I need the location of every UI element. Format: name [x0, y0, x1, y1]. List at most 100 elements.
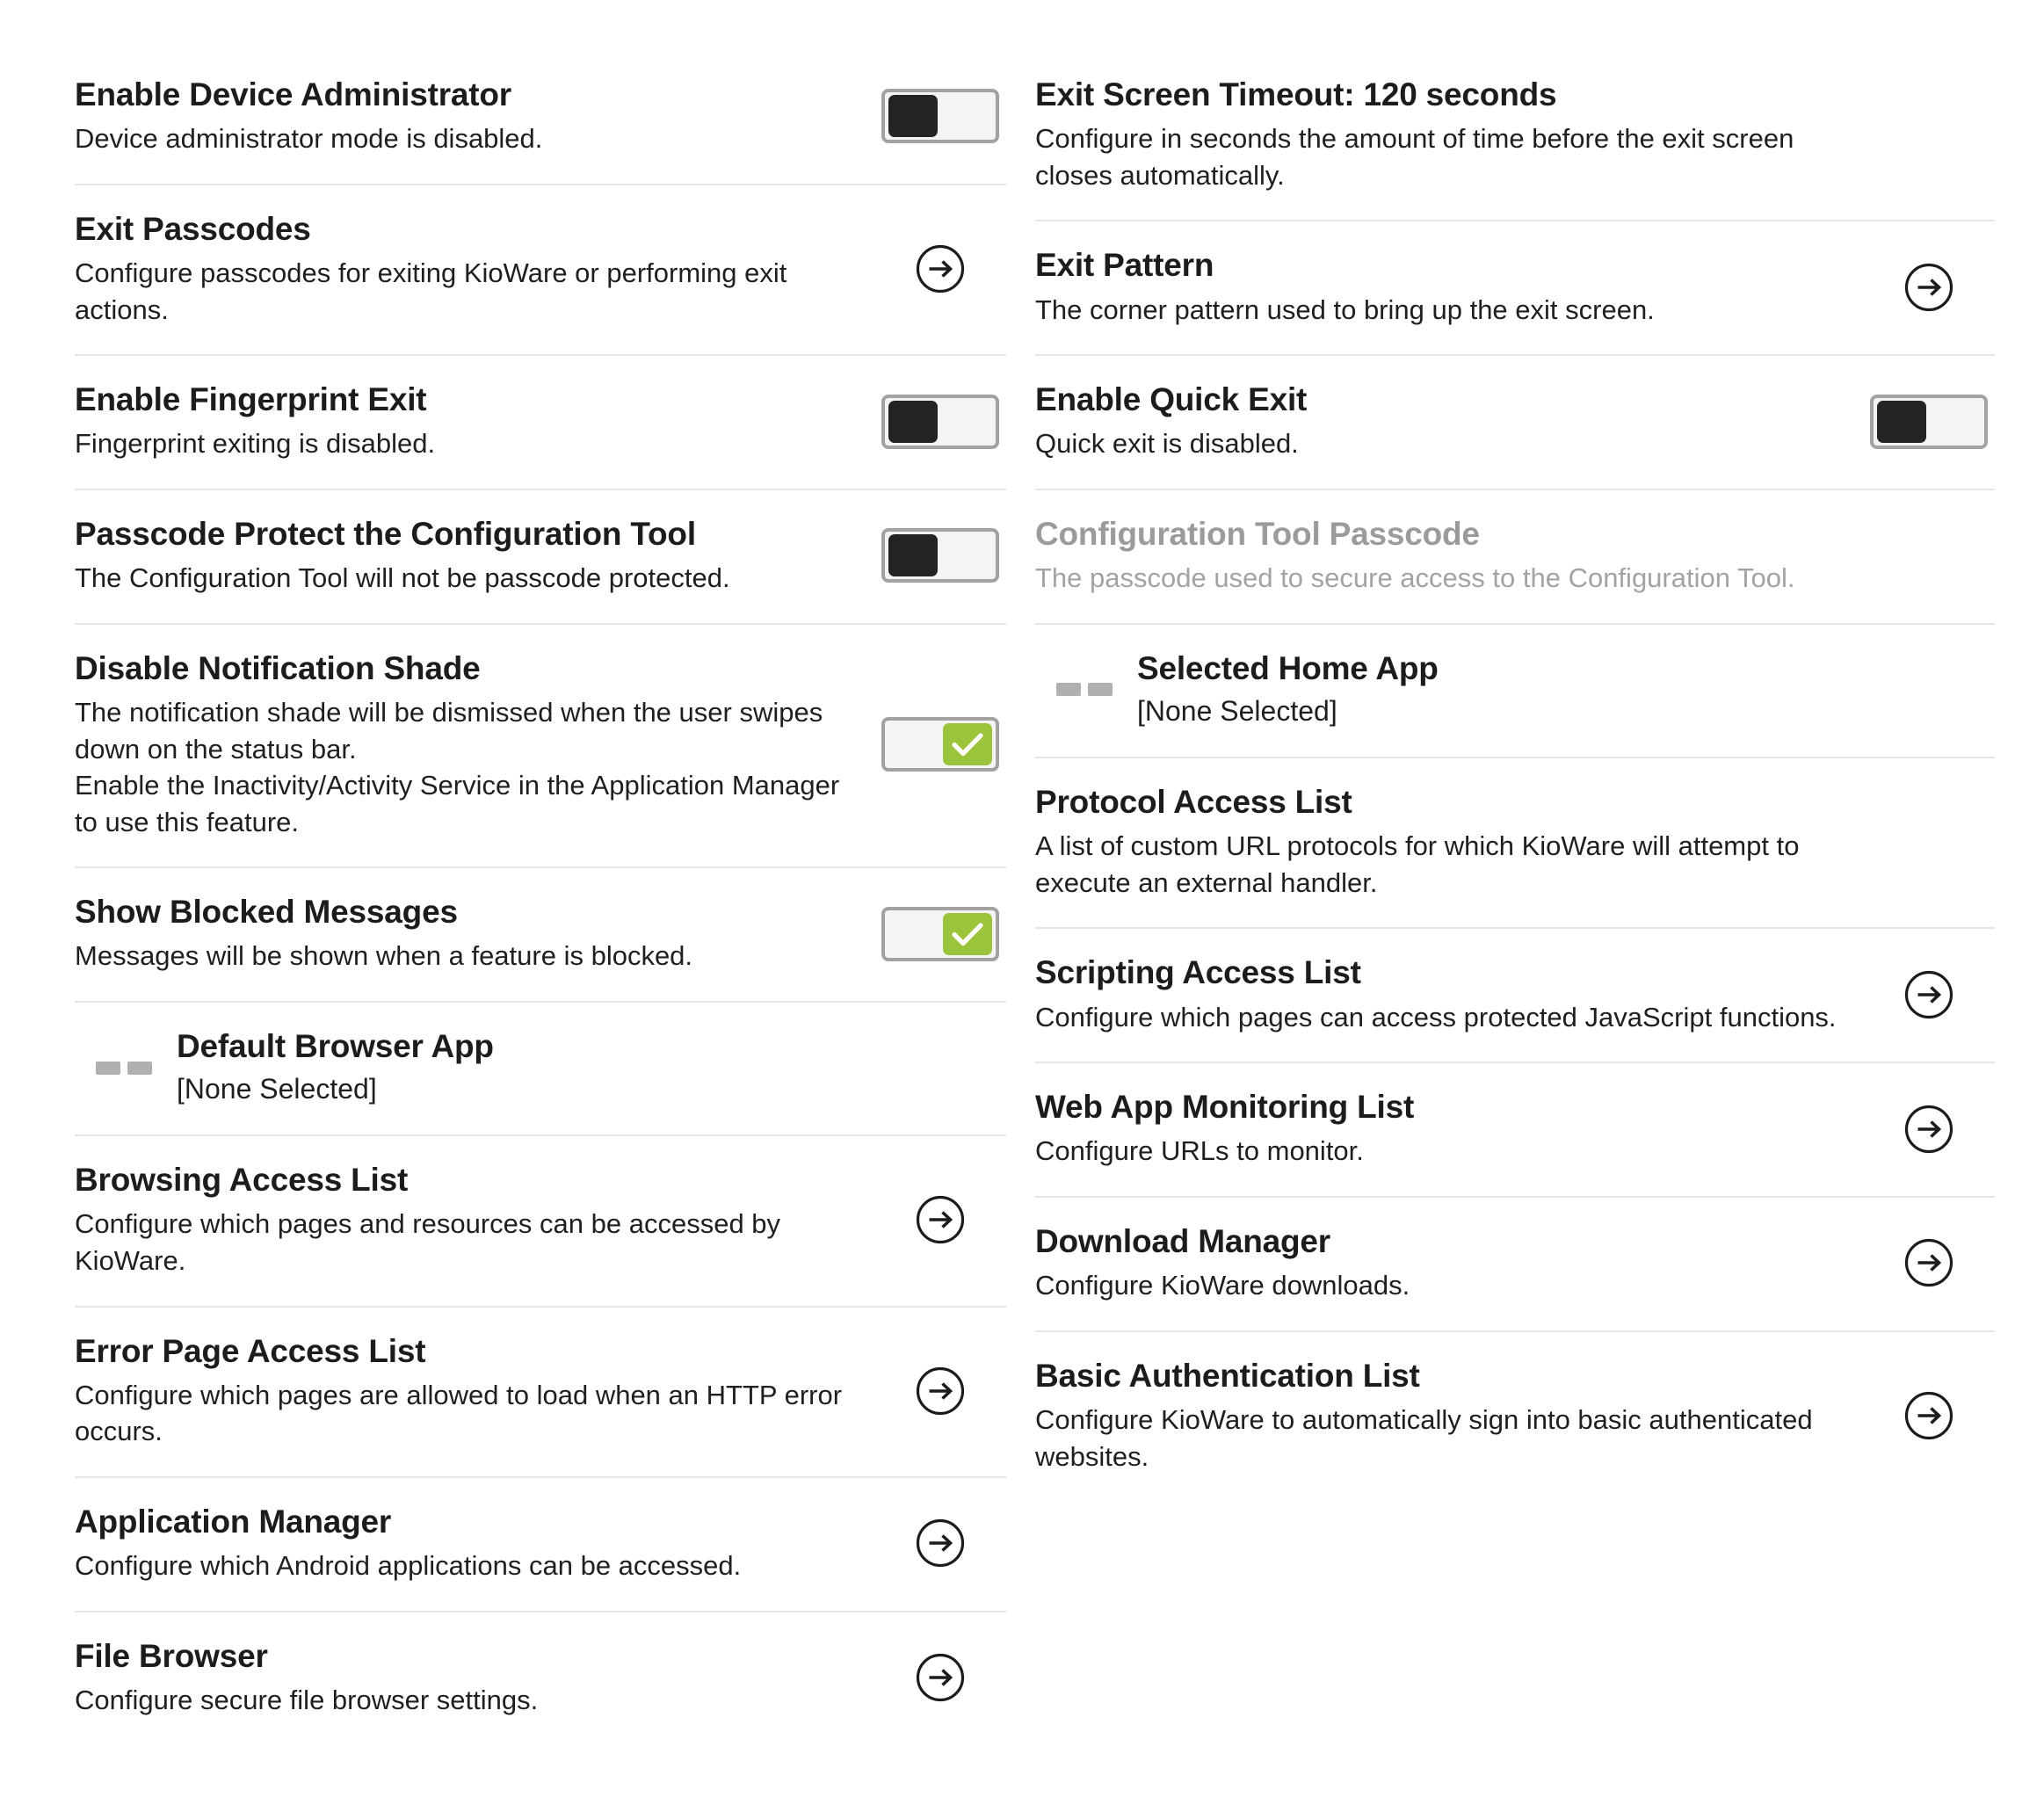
setting-text-enable-device-administrator: Enable Device Administrator Device admini…	[75, 76, 874, 157]
toggle-switch-enable-device-administrator[interactable]	[881, 89, 999, 144]
setting-text-disable-notification-shade: Disable Notification Shade The notificati…	[75, 649, 874, 840]
setting-title-exit-screen-timeout-120-seconds: Exit Screen Timeout: 120 seconds	[1035, 76, 1557, 112]
setting-title-error-page-access-list: Error Page Access List	[75, 1332, 426, 1369]
setting-description-enable-device-administrator: Device administrator mode is disabled.	[75, 123, 543, 155]
setting-text-scripting-access-list: Scripting Access List Configure which pag…	[1035, 953, 1863, 1035]
setting-title-disable-notification-shade: Disable Notification Shade	[75, 649, 481, 686]
setting-control-show-blocked-messages	[874, 906, 1006, 961]
arrow-right-circle-icon[interactable]	[1903, 969, 1954, 1020]
setting-control-disable-notification-shade	[874, 717, 1006, 772]
toggle-thumb	[943, 723, 992, 766]
toggle-switch-show-blocked-messages[interactable]	[881, 906, 999, 961]
setting-control-error-page-access-list	[874, 1366, 1006, 1417]
setting-control-passcode-protect-the-configuration-tool	[874, 528, 1006, 583]
setting-row-enable-device-administrator[interactable]: Enable Device Administrator Device admini…	[75, 51, 1006, 185]
setting-text-default-browser-app: Default Browser App [None Selected]	[177, 1027, 874, 1108]
toggle-switch-enable-quick-exit[interactable]	[1870, 394, 1988, 449]
arrow-right-circle-icon[interactable]	[915, 243, 966, 294]
setting-control-exit-pattern	[1863, 262, 1995, 313]
setting-row-error-page-access-list[interactable]: Error Page Access List Configure which pa…	[75, 1308, 1006, 1478]
setting-control-exit-passcodes	[874, 243, 1006, 294]
setting-row-scripting-access-list[interactable]: Scripting Access List Configure which pag…	[1035, 929, 1995, 1064]
setting-title-selected-home-app: Selected Home App	[1137, 649, 1439, 686]
setting-row-selected-home-app[interactable]: Selected Home App [None Selected]	[1035, 625, 1995, 758]
setting-description-application-manager: Configure which Android applications can…	[75, 1550, 742, 1582]
setting-row-passcode-protect-the-configuration-tool[interactable]: Passcode Protect the Configuration Tool T…	[75, 490, 1006, 625]
setting-row-show-blocked-messages[interactable]: Show Blocked Messages Messages will be sh…	[75, 868, 1006, 1003]
setting-description-enable-quick-exit: Quick exit is disabled.	[1035, 428, 1299, 460]
setting-row-download-manager[interactable]: Download Manager Configure KioWare downlo…	[1035, 1198, 1995, 1332]
setting-row-web-app-monitoring-list[interactable]: Web App Monitoring List Configure URLs to…	[1035, 1063, 1995, 1198]
setting-text-protocol-access-list: Protocol Access List A list of custom URL…	[1035, 783, 1863, 901]
setting-control-scripting-access-list	[1863, 969, 1995, 1020]
setting-text-file-browser: File Browser Configure secure file browse…	[75, 1637, 874, 1719]
settings-page: Enable Device Administrator Device admini…	[0, 0, 2044, 1819]
setting-description-exit-screen-timeout-120-seconds: Configure in seconds the amount of time …	[1035, 123, 1794, 191]
setting-text-passcode-protect-the-configuration-tool: Passcode Protect the Configuration Tool T…	[75, 515, 874, 597]
toggle-thumb	[888, 534, 938, 577]
setting-row-disable-notification-shade[interactable]: Disable Notification Shade The notificati…	[75, 625, 1006, 869]
setting-description-default-browser-app: [None Selected]	[177, 1073, 377, 1105]
arrow-right-circle-icon[interactable]	[1903, 1104, 1954, 1155]
setting-description-show-blocked-messages: Messages will be shown when a feature is…	[75, 940, 693, 972]
setting-control-file-browser	[874, 1652, 1006, 1703]
setting-description-error-page-access-list: Configure which pages are allowed to loa…	[75, 1379, 843, 1447]
setting-row-enable-quick-exit[interactable]: Enable Quick Exit Quick exit is disabled.	[1035, 356, 1995, 490]
setting-row-file-browser[interactable]: File Browser Configure secure file browse…	[75, 1612, 1006, 1745]
toggle-switch-enable-fingerprint-exit[interactable]	[881, 394, 999, 449]
setting-text-exit-passcodes: Exit Passcodes Configure passcodes for ex…	[75, 210, 874, 328]
arrow-right-circle-icon[interactable]	[915, 1366, 966, 1417]
setting-text-exit-pattern: Exit Pattern The corner pattern used to b…	[1035, 246, 1863, 328]
setting-row-configuration-tool-passcode[interactable]: Configuration Tool Passcode The passcode …	[1035, 490, 1995, 625]
setting-control-web-app-monitoring-list	[1863, 1104, 1995, 1155]
setting-title-enable-quick-exit: Enable Quick Exit	[1035, 381, 1308, 418]
setting-description-enable-fingerprint-exit: Fingerprint exiting is disabled.	[75, 428, 436, 460]
arrow-right-circle-icon[interactable]	[1903, 1390, 1954, 1441]
setting-title-download-manager: Download Manager	[1035, 1222, 1330, 1259]
setting-text-show-blocked-messages: Show Blocked Messages Messages will be sh…	[75, 893, 874, 975]
setting-title-browsing-access-list: Browsing Access List	[75, 1162, 409, 1199]
setting-title-basic-authentication-list: Basic Authentication List	[1035, 1357, 1420, 1394]
setting-description-protocol-access-list: A list of custom URL protocols for which…	[1035, 830, 1800, 898]
setting-control-download-manager	[1863, 1237, 1995, 1288]
toggle-thumb	[888, 400, 938, 443]
setting-text-error-page-access-list: Error Page Access List Configure which pa…	[75, 1332, 874, 1450]
setting-text-browsing-access-list: Browsing Access List Configure which page…	[75, 1161, 874, 1279]
setting-text-download-manager: Download Manager Configure KioWare downlo…	[1035, 1222, 1863, 1304]
setting-row-protocol-access-list[interactable]: Protocol Access List A list of custom URL…	[1035, 758, 1995, 930]
setting-title-passcode-protect-the-configuration-tool: Passcode Protect the Configuration Tool	[75, 515, 696, 552]
setting-title-enable-device-administrator: Enable Device Administrator	[75, 76, 511, 112]
setting-title-file-browser: File Browser	[75, 1637, 268, 1674]
setting-row-exit-pattern[interactable]: Exit Pattern The corner pattern used to b…	[1035, 221, 1995, 357]
toggle-thumb	[1877, 400, 1926, 443]
arrow-right-circle-icon[interactable]	[915, 1518, 966, 1569]
arrow-right-circle-icon[interactable]	[1903, 262, 1954, 313]
setting-row-application-manager[interactable]: Application Manager Configure which Andro…	[75, 1478, 1006, 1612]
setting-control-basic-authentication-list	[1863, 1390, 1995, 1441]
setting-row-basic-authentication-list[interactable]: Basic Authentication List Configure KioWa…	[1035, 1332, 1995, 1501]
setting-text-configuration-tool-passcode: Configuration Tool Passcode The passcode …	[1035, 515, 1863, 597]
toggle-switch-disable-notification-shade[interactable]	[881, 717, 999, 772]
setting-row-exit-screen-timeout-120-seconds[interactable]: Exit Screen Timeout: 120 seconds Configur…	[1035, 51, 1995, 222]
setting-row-enable-fingerprint-exit[interactable]: Enable Fingerprint Exit Fingerprint exiti…	[75, 356, 1006, 490]
setting-title-scripting-access-list: Scripting Access List	[1035, 954, 1361, 991]
setting-row-default-browser-app[interactable]: Default Browser App [None Selected]	[75, 1003, 1006, 1137]
settings-column-right: Exit Screen Timeout: 120 seconds Configur…	[1022, 51, 2044, 1819]
setting-row-exit-passcodes[interactable]: Exit Passcodes Configure passcodes for ex…	[75, 185, 1006, 357]
setting-description-exit-pattern: The corner pattern used to bring up the …	[1035, 294, 1655, 325]
setting-control-enable-device-administrator	[874, 89, 1006, 144]
setting-text-application-manager: Application Manager Configure which Andro…	[75, 1503, 874, 1584]
setting-title-enable-fingerprint-exit: Enable Fingerprint Exit	[75, 381, 427, 418]
setting-control-enable-fingerprint-exit	[874, 394, 1006, 449]
setting-text-enable-quick-exit: Enable Quick Exit Quick exit is disabled.	[1035, 380, 1863, 462]
setting-description-web-app-monitoring-list: Configure URLs to monitor.	[1035, 1135, 1364, 1167]
arrow-right-circle-icon[interactable]	[1903, 1237, 1954, 1288]
setting-text-web-app-monitoring-list: Web App Monitoring List Configure URLs to…	[1035, 1088, 1863, 1170]
setting-description-passcode-protect-the-configuration-tool: The Configuration Tool will not be passc…	[75, 562, 730, 594]
toggle-thumb	[943, 912, 992, 955]
arrow-right-circle-icon[interactable]	[915, 1652, 966, 1703]
toggle-switch-passcode-protect-the-configuration-tool[interactable]	[881, 528, 999, 583]
setting-row-browsing-access-list[interactable]: Browsing Access List Configure which page…	[75, 1136, 1006, 1308]
arrow-right-circle-icon[interactable]	[915, 1194, 966, 1245]
toggle-thumb	[888, 95, 938, 138]
